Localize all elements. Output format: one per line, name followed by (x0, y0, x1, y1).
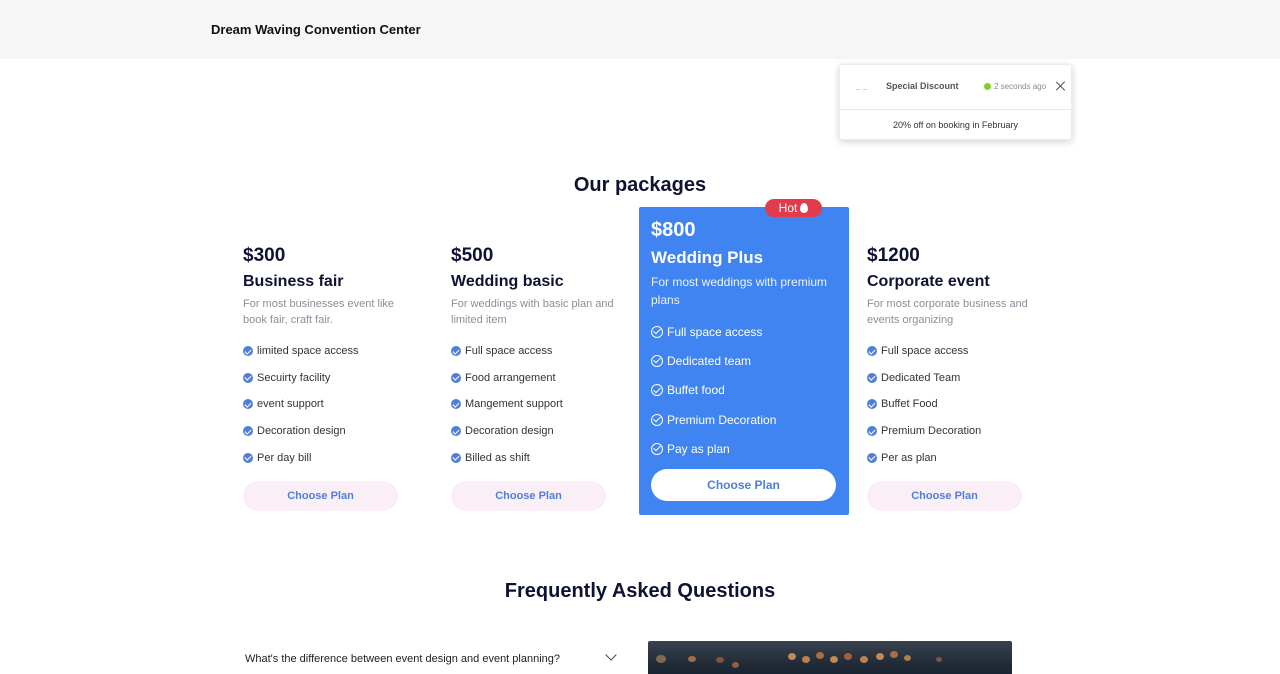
check-circle-icon (451, 399, 461, 410)
check-circle-icon (867, 452, 877, 463)
check-circle-icon (651, 354, 663, 367)
feature-item: Buffet food (651, 376, 837, 405)
chevron-down-icon[interactable] (606, 651, 616, 661)
check-circle-icon (867, 399, 877, 410)
notification-title: Special Discount (886, 81, 959, 91)
check-circle-icon (451, 452, 461, 463)
top-navbar: Dream Waving Convention Center (0, 0, 1280, 59)
feature-item: Billed as shift (451, 444, 626, 471)
feature-item: event support (243, 391, 418, 418)
check-circle-icon (243, 346, 253, 357)
plan-name: Business fair (243, 273, 344, 290)
plan-name: Wedding Plus (651, 248, 764, 267)
feature-item: Full space access (451, 338, 626, 365)
feature-item: Buffet Food (867, 391, 1042, 418)
plan-name: Corporate event (867, 273, 990, 290)
plan-card-business-fair: $300 Business fair For most businesses e… (243, 245, 418, 511)
plan-price: $800 (651, 219, 696, 241)
check-circle-icon (243, 372, 253, 383)
notification-time: 2 seconds ago (994, 82, 1047, 91)
plan-card-wedding-plus: $800 Wedding Plus For most weddings with… (639, 207, 849, 515)
faq-question[interactable]: What's the difference between event desi… (245, 653, 560, 665)
notification-message: 20% off on booking in February (893, 120, 1018, 130)
feature-item: Per day bill (243, 444, 418, 471)
brand-name[interactable]: Dream Waving Convention Center (211, 22, 421, 37)
plan-features: Full space access Dedicated team Buffet … (651, 317, 837, 463)
plan-price: $1200 (867, 245, 920, 266)
check-circle-icon (243, 399, 253, 410)
notification-popup: Special Discount 2 seconds ago 20% off o… (839, 64, 1072, 140)
check-circle-icon (651, 325, 663, 338)
feature-item: Premium Decoration (651, 405, 837, 434)
faq-heading: Frequently Asked Questions (504, 580, 776, 602)
plan-description: For weddings with basic plan and limited… (451, 298, 614, 326)
plan-price: $500 (451, 245, 494, 266)
feature-item: Secuirty facility (243, 365, 418, 392)
check-circle-icon (243, 452, 253, 463)
check-circle-icon (451, 372, 461, 383)
feature-item: limited space access (243, 338, 418, 365)
feature-item: Per as plan (867, 444, 1042, 471)
check-circle-icon (867, 346, 877, 357)
fire-icon (800, 203, 809, 213)
feature-item: Dedicated Team (867, 365, 1042, 392)
packages-heading: Our packages (573, 174, 707, 196)
choose-plan-button[interactable]: Choose Plan (867, 480, 1022, 511)
plan-card-corporate-event: $1200 Corporate event For most corporate… (867, 245, 1042, 511)
plan-description: For most businesses event like book fair… (243, 298, 395, 326)
check-circle-icon (651, 384, 663, 397)
choose-plan-button[interactable]: Choose Plan (243, 480, 398, 511)
plan-description: For most weddings with premium plans (651, 275, 828, 307)
check-circle-icon (451, 426, 461, 437)
plan-description: For most corporate business and events o… (867, 298, 1028, 326)
plan-features: limited space access Secuirty facility e… (243, 338, 418, 471)
check-circle-icon (451, 346, 461, 357)
choose-plan-button[interactable]: Choose Plan (451, 480, 606, 511)
notification-image (856, 77, 876, 90)
check-circle-icon (867, 426, 877, 437)
choose-plan-button[interactable]: Choose Plan (651, 469, 836, 502)
status-dot-icon (984, 83, 991, 90)
feature-item: Premium Decoration (867, 418, 1042, 445)
check-circle-icon (867, 372, 877, 383)
plan-features: Full space access Food arrangement Mange… (451, 338, 626, 471)
feature-item: Dedicated team (651, 346, 837, 375)
hot-badge: Hot (765, 199, 822, 217)
feature-item: Decoration design (243, 418, 418, 445)
check-circle-icon (651, 413, 663, 426)
plan-features: Full space access Dedicated Team Buffet … (867, 338, 1042, 471)
check-circle-icon (651, 442, 663, 455)
plan-card-wedding-basic: $500 Wedding basic For weddings with bas… (451, 245, 626, 511)
feature-item: Decoration design (451, 418, 626, 445)
notification-header: Special Discount 2 seconds ago (840, 65, 1071, 110)
check-circle-icon (243, 426, 253, 437)
feature-item: Mangement support (451, 391, 626, 418)
plan-price: $300 (243, 245, 286, 266)
plan-name: Wedding basic (451, 273, 564, 290)
close-icon[interactable] (1054, 79, 1068, 93)
feature-item: Full space access (651, 317, 837, 346)
feature-item: Full space access (867, 338, 1042, 365)
feature-item: Pay as plan (651, 434, 837, 463)
feature-item: Food arrangement (451, 365, 626, 392)
faq-image (648, 641, 1012, 674)
